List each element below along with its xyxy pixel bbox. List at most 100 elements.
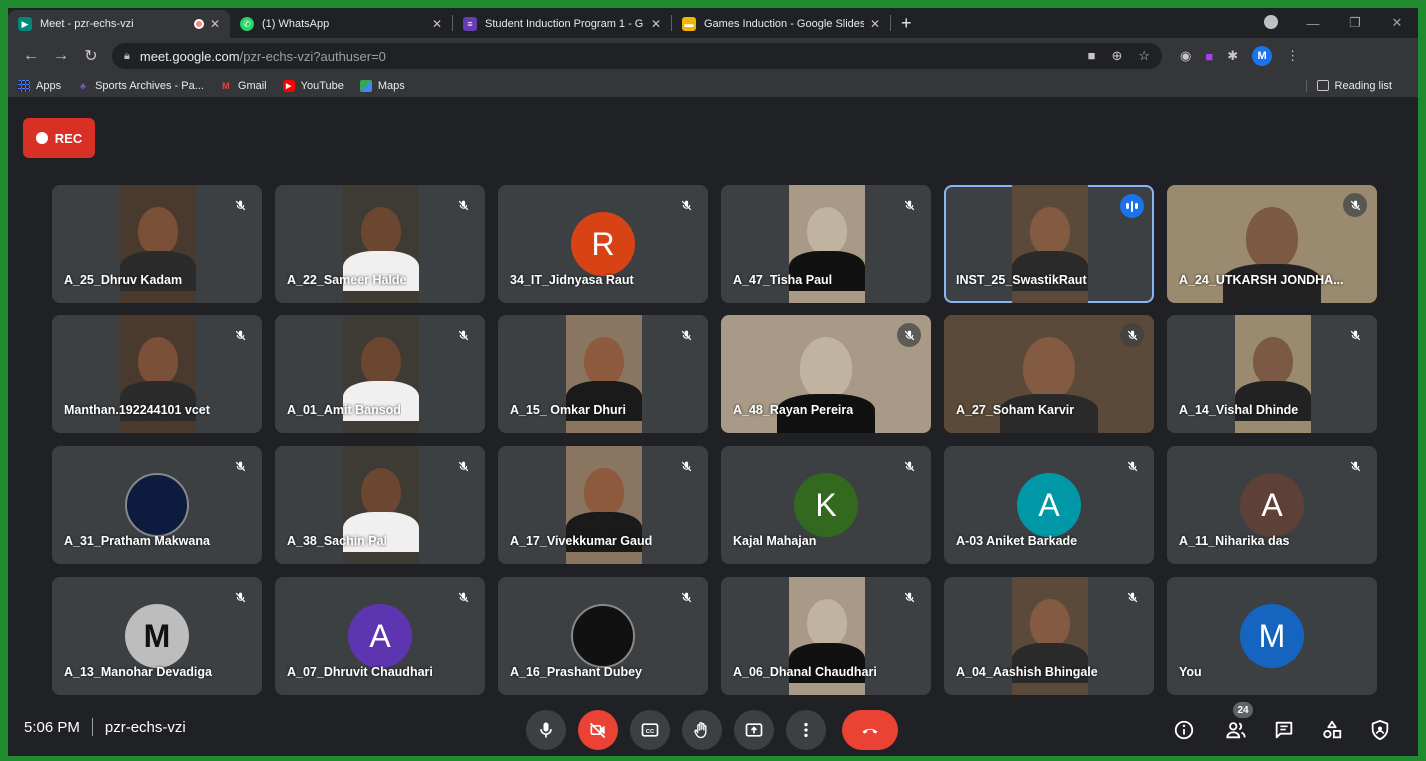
hang-up-icon: [862, 728, 878, 734]
participant-tile[interactable]: Manthan.192244101 vcet: [52, 315, 262, 433]
extension-eye-icon[interactable]: ◉: [1180, 48, 1191, 64]
tab-whatsapp[interactable]: ✆ (1) WhatsApp ✕: [230, 10, 452, 38]
muted-mic-icon: [228, 323, 252, 347]
present-button[interactable]: [734, 710, 774, 750]
meeting-info: 5:06 PM pzr-echs-vzi: [24, 718, 186, 736]
reading-list-label: Reading list: [1334, 79, 1392, 92]
raise-hand-button[interactable]: [682, 710, 722, 750]
participant-tile[interactable]: A_47_Tisha Paul: [721, 185, 931, 303]
muted-mic-icon: [1120, 454, 1144, 478]
reading-list-button[interactable]: Reading list: [1305, 79, 1392, 92]
address-bar[interactable]: 🔒︎ meet.google.com/pzr-echs-vzi?authuser…: [112, 43, 1162, 69]
bookmark-sports-archives[interactable]: ♣ Sports Archives - Pa...: [77, 80, 204, 92]
people-button[interactable]: [1224, 718, 1248, 742]
tab-forms[interactable]: ≡ Student Induction Program 1 - G ✕: [453, 10, 671, 38]
participant-tile[interactable]: M A_13_Manohar Devadiga: [52, 577, 262, 695]
close-tab-icon[interactable]: ✕: [432, 17, 442, 31]
url-path: /pzr-echs-vzi?authuser=0: [239, 48, 386, 64]
bookmark-label: Gmail: [237, 79, 267, 92]
participant-tile[interactable]: INST_25_SwastikRaut: [944, 185, 1154, 303]
participant-tile[interactable]: A A_07_Dhruvit Chaudhari: [275, 577, 485, 695]
participant-tile[interactable]: A_04_Aashish Bhingale: [944, 577, 1154, 695]
new-tab-icon[interactable]: +: [891, 13, 922, 34]
reload-icon[interactable]: ↻: [76, 46, 106, 66]
close-tab-icon[interactable]: ✕: [210, 17, 220, 31]
participant-face: [1030, 599, 1070, 647]
participant-count-badge: 24: [1233, 702, 1253, 718]
extension-purple-icon[interactable]: ■: [1205, 49, 1213, 64]
close-tab-icon[interactable]: ✕: [651, 17, 661, 31]
extensions-puzzle-icon[interactable]: ✱: [1227, 48, 1238, 64]
participant-tile[interactable]: A A-03 Aniket Barkade: [944, 446, 1154, 564]
close-tab-icon[interactable]: ✕: [870, 17, 880, 31]
camera-button[interactable]: [578, 710, 618, 750]
captions-button[interactable]: CC: [630, 710, 670, 750]
bookmark-youtube[interactable]: ▶ YouTube: [282, 79, 344, 92]
recording-indicator-icon: [193, 19, 204, 29]
participant-tile[interactable]: A_06_Dhanal Chaudhari: [721, 577, 931, 695]
muted-mic-icon: [451, 585, 475, 609]
minimize-icon[interactable]: —: [1292, 16, 1334, 31]
zoom-icon[interactable]: ⊕: [1111, 48, 1122, 64]
bookmark-maps[interactable]: Maps: [359, 79, 405, 92]
recording-button[interactable]: REC: [23, 118, 95, 158]
mic-icon: [540, 722, 552, 738]
muted-mic-icon: [228, 193, 252, 217]
slides-icon: ▬: [682, 17, 696, 31]
leave-call-button[interactable]: [842, 710, 898, 750]
activities-icon: [1323, 720, 1342, 739]
more-options-button[interactable]: [786, 710, 826, 750]
participant-tile[interactable]: A_38_Sachin Pal: [275, 446, 485, 564]
participant-tile[interactable]: A A_11_Niharika das: [1167, 446, 1377, 564]
tab-meet[interactable]: ▶ Meet - pzr-echs-vzi ✕: [8, 10, 230, 38]
participant-tile[interactable]: R 34_IT_Jidnyasa Raut: [498, 185, 708, 303]
close-window-icon[interactable]: ✕: [1376, 15, 1418, 31]
muted-mic-icon: [1343, 454, 1367, 478]
bookmark-star-icon[interactable]: ☆: [1138, 48, 1150, 64]
participant-face: [361, 207, 401, 255]
bookmark-apps[interactable]: Apps: [18, 79, 61, 92]
participant-tile[interactable]: A_27_Soham Karvir: [944, 315, 1154, 433]
participant-tile[interactable]: K Kajal Mahajan: [721, 446, 931, 564]
tab-title: Games Induction - Google Slides: [704, 18, 864, 30]
activities-button[interactable]: [1320, 718, 1344, 742]
participant-avatar: A: [348, 604, 412, 668]
participant-tile[interactable]: A_25_Dhruv Kadam: [52, 185, 262, 303]
meeting-details-button[interactable]: [1172, 718, 1196, 742]
tab-slides[interactable]: ▬ Games Induction - Google Slides ✕: [672, 10, 890, 38]
participant-tile[interactable]: A_24_UTKARSH JONDHA...: [1167, 185, 1377, 303]
participant-tile[interactable]: A_22_Sameer Halde: [275, 185, 485, 303]
participant-face: [1246, 207, 1298, 270]
participant-tile[interactable]: A_01_Amit Bansod: [275, 315, 485, 433]
muted-mic-icon: [897, 454, 921, 478]
maximize-icon[interactable]: ❐: [1334, 15, 1376, 31]
lock-icon[interactable]: 🔒︎: [124, 50, 130, 63]
participant-face: [1023, 337, 1075, 400]
youtube-icon: ▶: [282, 79, 295, 92]
back-icon[interactable]: ←: [16, 47, 46, 65]
participant-tile[interactable]: A_15_ Omkar Dhuri: [498, 315, 708, 433]
participant-name: INST_25_SwastikRaut: [956, 273, 1087, 287]
profile-avatar[interactable]: M: [1252, 46, 1273, 66]
host-controls-button[interactable]: [1368, 718, 1392, 742]
forward-icon[interactable]: →: [46, 47, 76, 65]
participant-tile[interactable]: M You: [1167, 577, 1377, 695]
microphone-button[interactable]: [526, 710, 566, 750]
chat-button[interactable]: [1272, 718, 1296, 742]
camera-in-use-icon[interactable]: ■: [1088, 48, 1096, 64]
participant-tile[interactable]: A_31_Pratham Makwana: [52, 446, 262, 564]
participant-name: A_04_Aashish Bhingale: [956, 665, 1098, 679]
participant-tile[interactable]: A_14_Vishal Dhinde: [1167, 315, 1377, 433]
meeting-code: pzr-echs-vzi: [104, 718, 186, 736]
bookmark-gmail[interactable]: M Gmail: [220, 79, 267, 92]
tab-strip: ▶ Meet - pzr-echs-vzi ✕ ✆ (1) WhatsApp ✕…: [8, 8, 1418, 38]
participant-tile[interactable]: A_17_Vivekkumar Gaud: [498, 446, 708, 564]
participant-tile[interactable]: A_16_Prashant Dubey: [498, 577, 708, 695]
participant-face: [1030, 207, 1070, 255]
browser-menu-icon[interactable]: ⋮: [1286, 48, 1299, 64]
gmail-icon: M: [222, 80, 230, 91]
participant-tile[interactable]: A_48_Rayan Pereira: [721, 315, 931, 433]
participant-avatar: A: [1240, 473, 1304, 537]
muted-mic-icon: [1120, 585, 1144, 609]
profile-menu-icon[interactable]: [1250, 14, 1292, 32]
